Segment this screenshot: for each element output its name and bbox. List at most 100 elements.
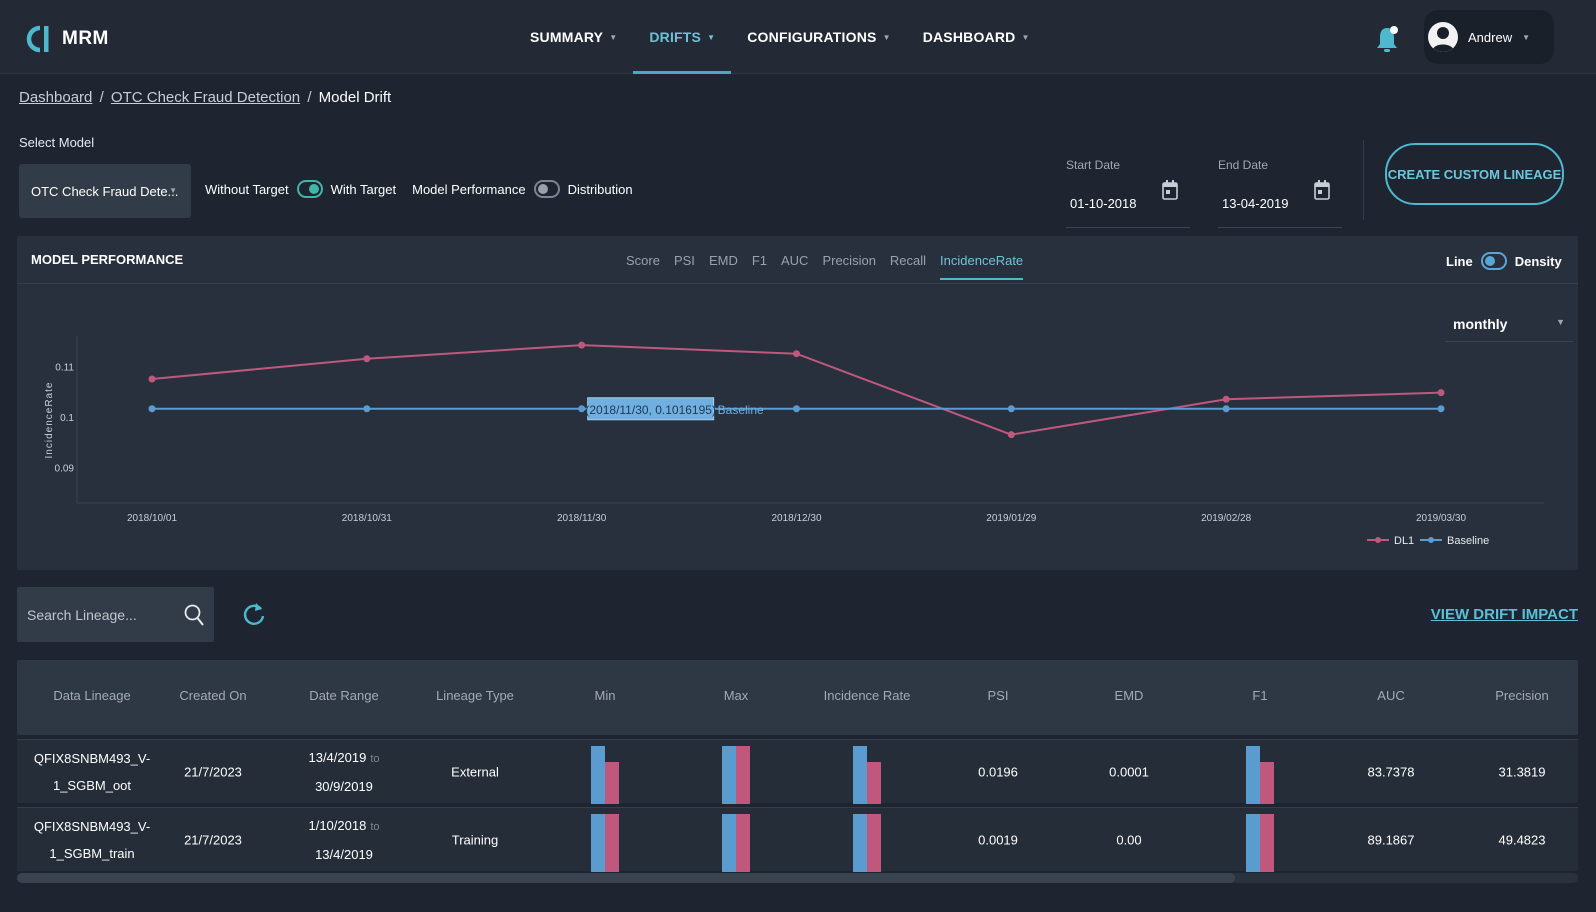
view-drift-impact-link[interactable]: VIEW DRIFT IMPACT — [1431, 606, 1578, 623]
scrollbar-thumb[interactable] — [17, 873, 1235, 883]
table-row[interactable]: QFIX8SNBM493_V- 1_SGBM_oot 21/7/2023 13/4… — [17, 739, 1578, 804]
col-f1[interactable]: F1 — [1252, 688, 1267, 703]
data-point-dl1[interactable] — [1007, 431, 1015, 439]
horizontal-scrollbar[interactable] — [17, 873, 1578, 883]
nav-configurations[interactable]: CONFIGURATIONS ▼ — [731, 0, 906, 74]
user-menu[interactable]: Andrew ▼ — [1424, 10, 1554, 64]
incidence-rate-bars[interactable] — [853, 746, 881, 804]
calendar-icon[interactable] — [1314, 180, 1330, 200]
legend-label[interactable]: Baseline — [1447, 535, 1489, 547]
refresh-icon[interactable] — [242, 601, 266, 627]
x-tick-label: 2018/10/31 — [342, 513, 392, 524]
lineage-name-line-1: QFIX8SNBM493_V- — [33, 818, 151, 834]
tab-emd[interactable]: EMD — [702, 236, 745, 284]
search-icon[interactable] — [184, 604, 204, 626]
line-density-toggle[interactable] — [1480, 252, 1507, 270]
col-date-range[interactable]: Date Range — [309, 688, 378, 703]
lineage-name-line-2: 1_SGBM_oot — [52, 777, 132, 793]
bar-blue — [853, 814, 867, 872]
chevron-down-icon: ▼ — [1021, 32, 1030, 42]
user-avatar-icon — [1432, 27, 1454, 52]
bar-blue — [1246, 814, 1260, 872]
tab-precision[interactable]: Precision — [815, 236, 882, 284]
calendar-icon[interactable] — [1162, 180, 1178, 200]
col-precision[interactable]: Precision — [1495, 688, 1548, 703]
data-point-baseline[interactable] — [793, 405, 800, 413]
col-emd[interactable]: EMD — [1115, 688, 1144, 703]
start-date-value: 01-10-2018 — [1070, 196, 1137, 211]
data-point-dl1[interactable] — [793, 350, 800, 358]
distribution-toggle[interactable] — [533, 180, 560, 198]
toggle-knob — [537, 184, 548, 194]
bar-pink — [736, 814, 750, 872]
f1-bars[interactable] — [1246, 814, 1274, 872]
max-bars[interactable] — [722, 746, 750, 804]
col-created-on[interactable]: Created On — [179, 688, 246, 703]
app-logo[interactable]: MRM — [22, 22, 109, 56]
breadcrumb-otc-check-fraud[interactable]: OTC Check Fraud Detection — [111, 89, 300, 106]
main-nav: SUMMARY ▼ DRIFTS ▼ CONFIGURATIONS ▼ DASHBOA… — [514, 0, 1046, 74]
tab-recall[interactable]: Recall — [883, 236, 933, 284]
col-min[interactable]: Min — [595, 688, 616, 703]
col-max[interactable]: Max — [724, 688, 749, 703]
breadcrumb-separator: / — [99, 89, 104, 106]
target-toggle[interactable] — [296, 180, 323, 198]
col-auc[interactable]: AUC — [1377, 688, 1404, 703]
start-date-field[interactable]: Start Date 01-10-2018 — [1066, 156, 1190, 228]
chevron-down-icon: ▼ — [707, 32, 716, 42]
nav-summary[interactable]: SUMMARY ▼ — [514, 0, 633, 74]
legend-label[interactable]: DL1 — [1394, 535, 1414, 547]
search-lineage — [17, 587, 214, 642]
panel-header: MODEL PERFORMANCE Score PSI EMD F1 AUC P… — [17, 236, 1578, 284]
tab-psi[interactable]: PSI — [667, 236, 702, 284]
tab-f1[interactable]: F1 — [745, 236, 774, 284]
nav-drifts[interactable]: DRIFTS ▼ — [633, 0, 732, 74]
search-input[interactable] — [17, 587, 177, 642]
bar-blue — [722, 746, 736, 804]
bar-pink — [605, 762, 619, 804]
distribution-label: Distribution — [567, 181, 633, 197]
bar-pink — [1260, 762, 1274, 804]
data-point-dl1[interactable] — [1222, 395, 1230, 403]
min-bars[interactable] — [591, 814, 619, 872]
tab-score[interactable]: Score — [619, 236, 667, 284]
data-point-dl1[interactable] — [578, 341, 586, 349]
chevron-down-icon: ▼ — [882, 32, 891, 42]
incidence-rate-bars[interactable] — [853, 814, 881, 872]
data-point-dl1[interactable] — [1437, 389, 1445, 397]
notification-bell-icon[interactable] — [1375, 24, 1399, 54]
data-point-baseline[interactable] — [1437, 405, 1445, 413]
f1-bars[interactable] — [1246, 746, 1274, 804]
model-select[interactable]: OTC Check Fraud Dete... ▼ — [19, 164, 191, 218]
max-bars[interactable] — [722, 814, 750, 872]
create-custom-lineage-button[interactable]: CREATE CUSTOM LINEAGE — [1385, 143, 1564, 205]
table-row[interactable]: QFIX8SNBM493_V- 1_SGBM_train 21/7/2023 1/… — [17, 807, 1578, 872]
tab-auc[interactable]: AUC — [774, 236, 815, 284]
end-date-field[interactable]: End Date 13-04-2019 — [1218, 156, 1342, 228]
data-point-dl1[interactable] — [148, 375, 156, 383]
cell-psi: 0.0196 — [978, 764, 1018, 779]
data-point-baseline[interactable] — [1007, 405, 1015, 413]
toggle-knob — [1484, 256, 1495, 266]
end-date-value: 13-04-2019 — [1222, 196, 1289, 211]
metric-tabs: Score PSI EMD F1 AUC Precision Recall In… — [619, 236, 1030, 284]
breadcrumb-separator: / — [307, 89, 312, 106]
data-point-baseline[interactable] — [1222, 405, 1230, 413]
tooltip-text: (2018/11/30, 0.1016195) — [585, 403, 716, 417]
lineage-name-line-2: 1_SGBM_train — [49, 845, 135, 861]
bar-pink — [867, 762, 881, 804]
data-point-baseline[interactable] — [363, 405, 371, 413]
col-data-lineage[interactable]: Data Lineage — [53, 688, 130, 703]
breadcrumb-dashboard[interactable]: Dashboard — [19, 89, 92, 106]
data-point-dl1[interactable] — [363, 355, 371, 363]
col-lineage-type[interactable]: Lineage Type — [436, 688, 514, 703]
nav-dashboard[interactable]: DASHBOARD ▼ — [907, 0, 1046, 74]
tab-incidence-rate[interactable]: IncidenceRate — [933, 236, 1030, 284]
data-point-baseline[interactable] — [578, 405, 586, 413]
data-point-baseline[interactable] — [148, 405, 156, 413]
col-incidence-rate[interactable]: Incidence Rate — [824, 688, 911, 703]
panel-title: MODEL PERFORMANCE — [31, 252, 184, 267]
col-psi[interactable]: PSI — [988, 688, 1009, 703]
min-bars[interactable] — [591, 746, 619, 804]
bar-blue — [1246, 746, 1260, 804]
